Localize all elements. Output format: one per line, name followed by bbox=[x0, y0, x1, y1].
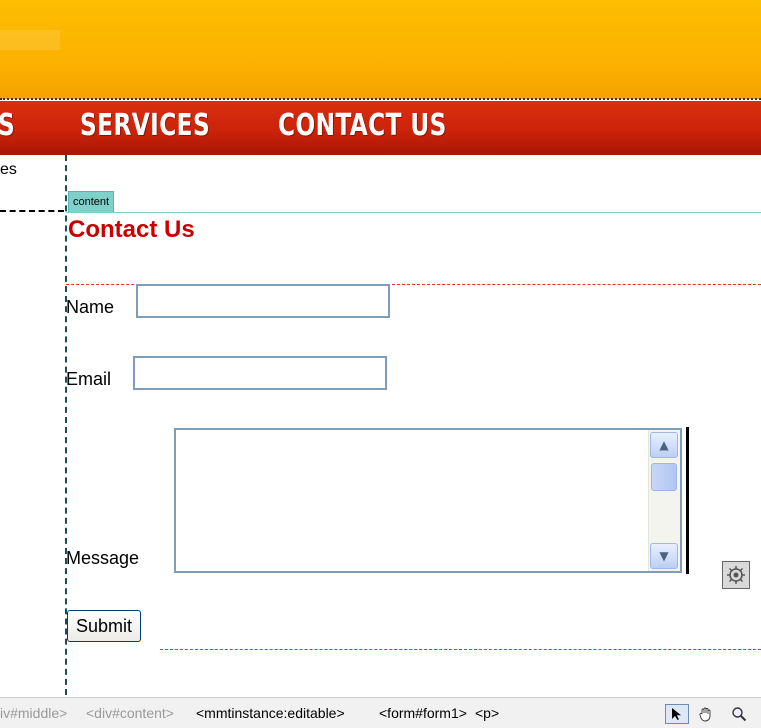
form-outline-bottom bbox=[160, 649, 761, 650]
name-label: Name bbox=[66, 297, 115, 317]
scroll-thumb[interactable] bbox=[651, 463, 677, 491]
tag-crumb-middle[interactable]: iv#middle> bbox=[0, 705, 67, 721]
hidden-field-icon[interactable] bbox=[722, 561, 750, 589]
tag-selector-bar: iv#middle> <div#content> <mmtinstance:ed… bbox=[0, 697, 761, 728]
left-column-text: es bbox=[0, 161, 17, 178]
message-scrollbar[interactable]: ▲ ▼ bbox=[648, 430, 680, 571]
message-textarea[interactable]: ▲ ▼ bbox=[174, 428, 682, 573]
tag-crumb-content[interactable]: <div#content> bbox=[86, 705, 174, 721]
tag-crumb-form[interactable]: <form#form1> bbox=[379, 705, 467, 721]
email-field[interactable] bbox=[133, 356, 387, 390]
hand-icon[interactable] bbox=[694, 704, 718, 724]
insertion-caret bbox=[686, 427, 689, 574]
submit-button[interactable]: Submit bbox=[67, 610, 142, 642]
name-field[interactable] bbox=[136, 284, 390, 318]
nav-item-contact-us[interactable]: CONTACT US bbox=[278, 108, 447, 143]
message-label: Message bbox=[66, 548, 140, 568]
pointer-icon[interactable] bbox=[665, 704, 689, 724]
zoom-icon[interactable] bbox=[727, 704, 751, 724]
nav-item-partial[interactable]: S bbox=[0, 108, 15, 143]
page-title: Contact Us bbox=[68, 216, 195, 243]
nav-item-services[interactable]: SERVICES bbox=[80, 108, 210, 143]
left-column-outline bbox=[0, 210, 64, 212]
scroll-down-icon[interactable]: ▼ bbox=[650, 543, 678, 569]
email-label: Email bbox=[66, 369, 112, 389]
header-region-outline bbox=[0, 98, 761, 100]
tag-crumb-p[interactable]: <p> bbox=[475, 705, 499, 721]
editable-region-outline bbox=[66, 212, 761, 213]
scroll-up-icon[interactable]: ▲ bbox=[650, 432, 678, 458]
header-banner bbox=[0, 0, 761, 99]
tag-crumb-editable[interactable]: <mmtinstance:editable> bbox=[196, 705, 345, 721]
editable-region-tab[interactable]: content bbox=[68, 191, 115, 212]
